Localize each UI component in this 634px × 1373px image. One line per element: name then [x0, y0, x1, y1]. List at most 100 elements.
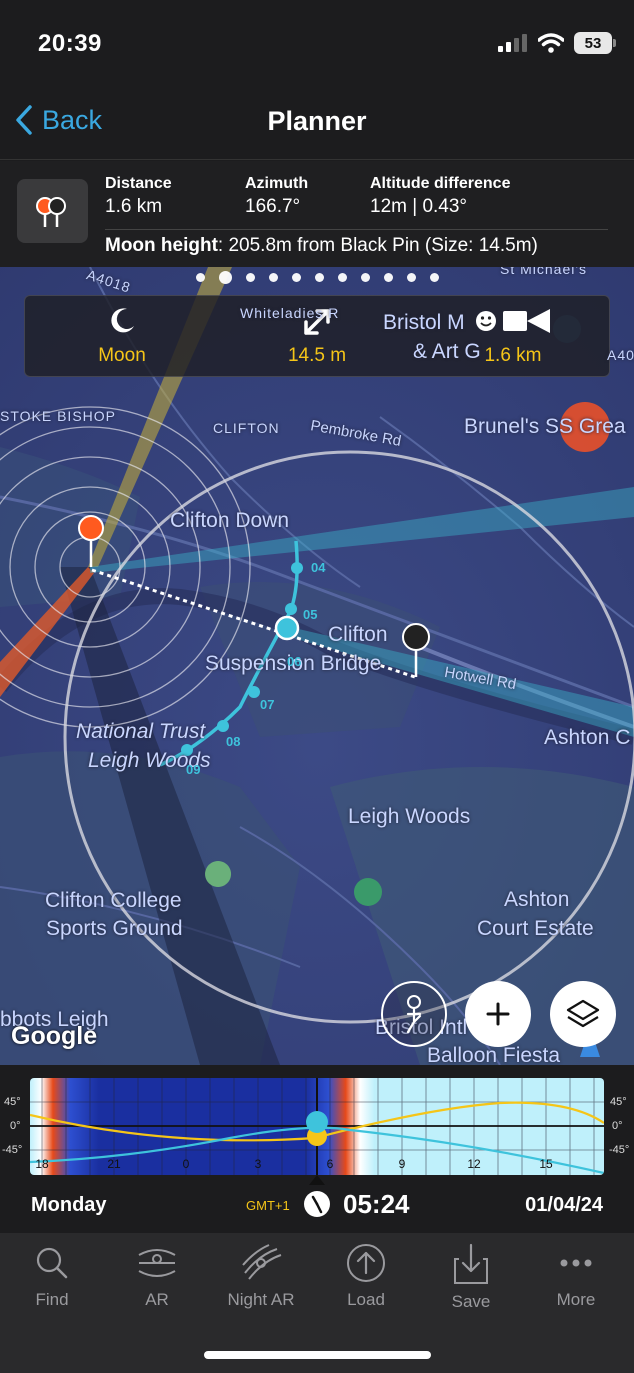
time-label[interactable]: 05:24: [343, 1189, 410, 1220]
page-dot[interactable]: [406, 273, 416, 282]
x-tick-label: 0: [183, 1157, 190, 1171]
y-label-right: -45°: [609, 1144, 630, 1156]
hour-label: 08: [226, 734, 241, 749]
home-indicator[interactable]: [204, 1351, 431, 1359]
street-view-button[interactable]: [381, 981, 447, 1047]
page-dot[interactable]: [429, 273, 439, 282]
pegman-icon: [406, 995, 422, 1034]
tab-label: AR: [145, 1290, 169, 1309]
back-button[interactable]: Back: [14, 104, 102, 136]
add-pin-button[interactable]: [465, 981, 531, 1047]
date-label[interactable]: 01/04/24: [525, 1194, 603, 1217]
status-time: 20:39: [38, 30, 102, 57]
map-label-leigh-woods: Leigh Woods: [348, 805, 471, 828]
battery-indicator: 53: [574, 32, 616, 54]
tab-more[interactable]: More: [524, 1243, 628, 1310]
tab-night-ar[interactable]: Night AR: [209, 1243, 313, 1310]
map-label-sports-ground: Sports Ground: [46, 917, 183, 940]
tab-ar[interactable]: AR: [105, 1243, 209, 1310]
moon-height-label: Moon height: [105, 235, 218, 256]
page-dot[interactable]: [291, 273, 301, 282]
page-dot[interactable]: [383, 273, 393, 282]
map-label-clifton-college: Clifton College: [45, 889, 182, 912]
page-dot[interactable]: [360, 273, 370, 282]
azimuth-block: Azimuth 166.7°: [245, 175, 308, 218]
altitude-block: Altitude difference 12m | 0.43°: [370, 175, 510, 218]
pins-icon: [36, 197, 66, 227]
map-label-art-gallery: & Art G: [413, 340, 481, 363]
distance-item[interactable]: 1.6 km: [433, 296, 593, 378]
size-value: 14.5 m: [287, 345, 347, 366]
x-tick-label: 21: [107, 1157, 121, 1171]
page-dot[interactable]: [195, 273, 205, 282]
tab-label: Find: [35, 1290, 69, 1309]
y-label-right: 0°: [612, 1120, 623, 1132]
night-ar-icon: [242, 1244, 282, 1280]
hour-label: 04: [311, 560, 326, 575]
tab-save[interactable]: Save: [419, 1243, 523, 1312]
timeline-panel[interactable]: 45° 0° -45° 45° 0° -45° 18 21 0 3 6 9 12…: [0, 1065, 634, 1233]
tab-label: Save: [451, 1292, 491, 1311]
map-view[interactable]: Moon 14.5 m 1.6 km A4018 Whiteladies R B…: [0, 267, 634, 1065]
moon-height-value: : 205.8m from Black Pin (Size: 14.5m): [217, 235, 538, 256]
map-label-clifton-caps: CLIFTON: [213, 420, 280, 436]
map-label-ashton-c: Ashton C: [544, 726, 631, 749]
map-label-clifton: Clifton: [328, 623, 388, 646]
moon-icon: [111, 308, 134, 333]
time-cursor-icon: [309, 1175, 325, 1185]
back-label: Back: [42, 104, 103, 135]
tab-load[interactable]: Load: [314, 1243, 418, 1310]
timeline-svg[interactable]: 18 21 0 3 6 9 12 15: [30, 1078, 604, 1175]
page-dot[interactable]: [314, 273, 324, 282]
hour-label: 05: [303, 607, 318, 622]
wifi-icon: [538, 33, 564, 53]
x-tick-label: 3: [255, 1157, 262, 1171]
clock-hand-icon: [311, 1195, 323, 1214]
distance-label: Distance: [105, 175, 172, 192]
timezone-label[interactable]: GMT+1: [246, 1198, 290, 1213]
object-item[interactable]: Moon: [42, 296, 202, 378]
info-panel: Distance 1.6 km Azimuth 166.7° Altitude …: [0, 161, 634, 267]
x-tick-label: 9: [399, 1157, 406, 1171]
y-label: 0°: [10, 1120, 21, 1132]
map-layers-button[interactable]: [550, 981, 616, 1047]
layers-icon: [566, 999, 600, 1028]
map-label-st-michaels: St Michael's: [500, 267, 588, 277]
x-tick-label: 18: [35, 1157, 49, 1171]
tab-bar: Find AR Night AR Load Save More: [0, 1233, 634, 1373]
page-dot[interactable]: [245, 273, 255, 282]
moon-height: Moon height: 205.8m from Black Pin (Size…: [105, 235, 538, 257]
timeline-chart[interactable]: 18 21 0 3 6 9 12 15: [30, 1078, 604, 1175]
x-tick-label: 12: [467, 1157, 481, 1171]
hour-label: 06: [287, 654, 302, 669]
x-tick-label: 6: [327, 1157, 334, 1171]
nav-bar: Back Planner: [0, 90, 634, 160]
face-camera-icon: [476, 309, 550, 333]
altitude-label: Altitude difference: [370, 175, 511, 192]
status-icons: 53: [498, 32, 616, 54]
clock-icon[interactable]: [304, 1191, 330, 1217]
map-label-a4018-right: A401: [607, 347, 634, 363]
tab-label: More: [556, 1290, 596, 1309]
azimuth-value: 166.7°: [245, 196, 301, 217]
tab-find[interactable]: Find: [0, 1243, 104, 1310]
x-tick-label: 15: [539, 1157, 553, 1171]
pins-button[interactable]: [17, 179, 88, 243]
divider: [105, 229, 608, 230]
google-logo: Google: [11, 1022, 98, 1050]
page-dot[interactable]: [337, 273, 347, 282]
map-label-national-trust: National Trust: [76, 720, 206, 743]
map-label-ashton: Ashton: [504, 888, 570, 911]
chevron-left-icon: [16, 105, 32, 135]
page-dot[interactable]: [268, 273, 278, 282]
status-bar: 20:39 53: [0, 0, 634, 90]
search-icon: [36, 1247, 68, 1279]
object-value: Moon: [98, 345, 146, 366]
plus-icon: [486, 1002, 510, 1026]
y-label-right: 45°: [610, 1096, 627, 1108]
page-dot[interactable]: [218, 271, 232, 284]
map-label-whiteladies: Whiteladies R: [240, 305, 340, 321]
load-icon: [347, 1244, 385, 1282]
y-label: -45°: [2, 1144, 23, 1156]
map-label-balloon-fiesta: Balloon Fiesta: [427, 1044, 561, 1065]
